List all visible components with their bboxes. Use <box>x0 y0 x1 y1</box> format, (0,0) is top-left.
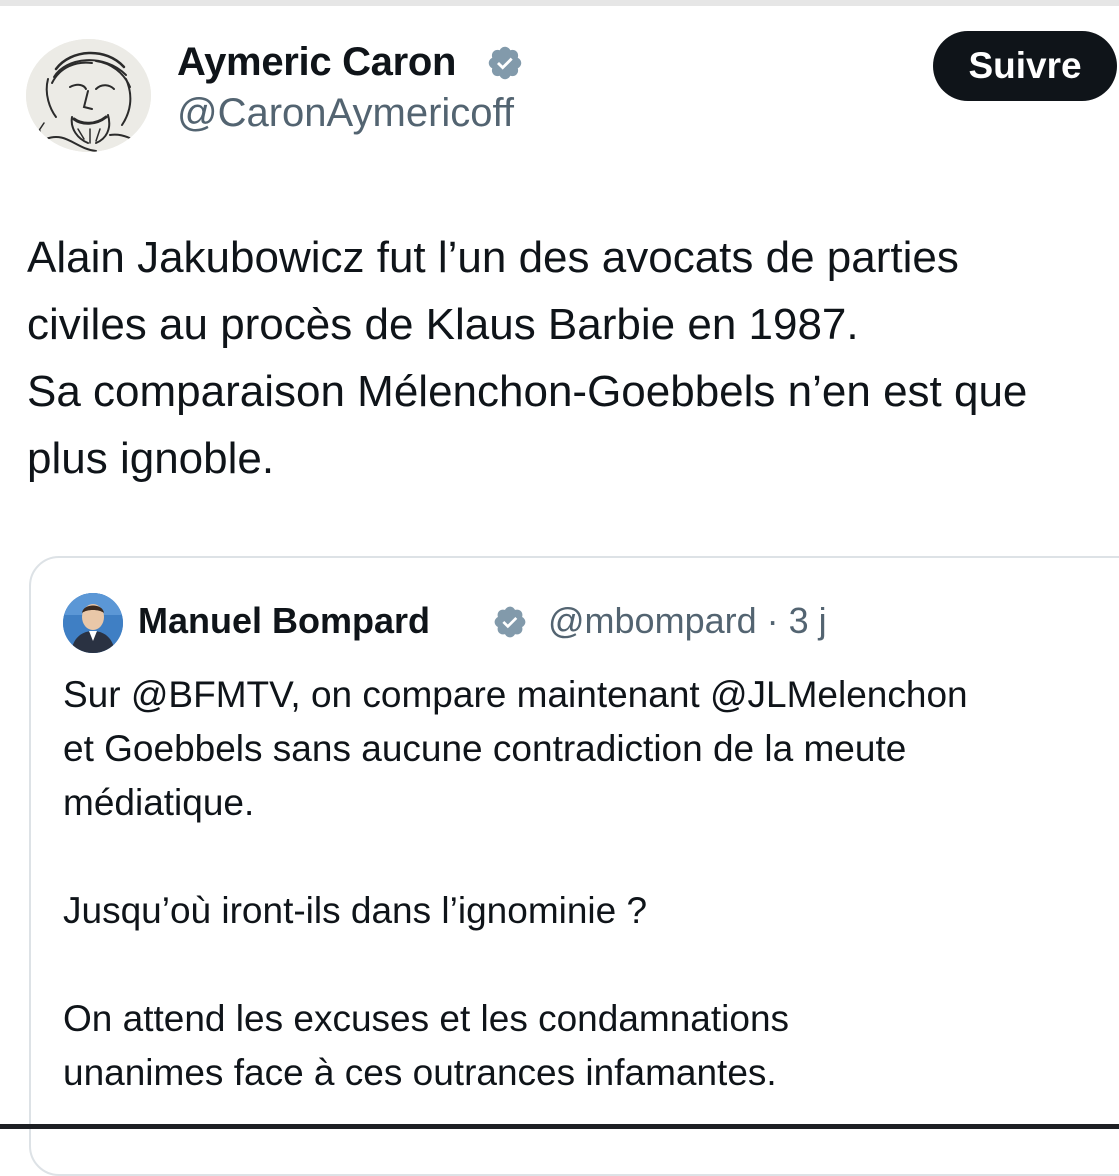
sketch-portrait-icon <box>26 39 151 152</box>
tweet-line: Sa comparaison Mélenchon-Goebbels n’en e… <box>27 367 1028 416</box>
tweet-line: plus ignoble. <box>27 434 275 483</box>
quoted-paragraph: Jusqu’où iront-ils dans l’ignominie ? <box>63 890 648 931</box>
author-name[interactable]: Aymeric Caron <box>177 40 456 85</box>
top-divider <box>0 0 1119 6</box>
follow-button[interactable]: Suivre <box>933 31 1117 101</box>
author-handle[interactable]: @CaronAymericoff <box>177 91 514 136</box>
quoted-tweet-timestamp[interactable]: 3 j <box>789 600 827 641</box>
meta-separator: · <box>766 600 779 641</box>
tweet-line: Alain Jakubowicz fut l’un des avocats de… <box>27 233 959 282</box>
author-avatar[interactable] <box>26 39 151 152</box>
quoted-tweet-meta: @mbompard · 3 j <box>548 600 827 642</box>
quoted-tweet-text: Sur @BFMTV, on compare maintenant @JLMel… <box>63 668 1119 1100</box>
tweet-text: Alain Jakubowicz fut l’un des avocats de… <box>27 224 1119 492</box>
quoted-paragraph: Sur @BFMTV, on compare maintenant @JLMel… <box>63 674 968 823</box>
quoted-author-name[interactable]: Manuel Bompard <box>138 600 430 642</box>
verified-badge-icon <box>494 606 526 638</box>
verified-badge-icon <box>488 46 522 80</box>
quoted-paragraph: On attend les excuses et les condamnatio… <box>63 998 790 1093</box>
person-photo-icon <box>63 593 123 653</box>
bottom-edge <box>0 1124 1119 1129</box>
tweet-line: civiles au procès de Klaus Barbie en 198… <box>27 300 859 349</box>
quoted-author-handle[interactable]: @mbompard <box>548 600 757 641</box>
quoted-author-avatar[interactable] <box>63 593 123 653</box>
